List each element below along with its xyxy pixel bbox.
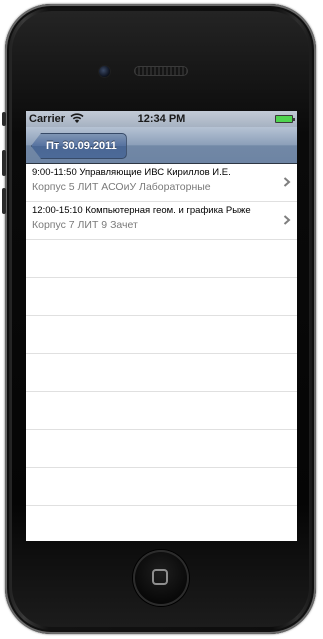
front-camera-icon [99,66,110,77]
earpiece-speaker-icon [134,66,188,76]
empty-rows [26,240,297,541]
empty-table-row [26,316,297,354]
volume-up-button [2,150,6,176]
chevron-right-icon [283,215,291,225]
empty-table-row [26,468,297,506]
empty-table-row [26,240,297,278]
empty-table-row [26,354,297,392]
empty-table-row [26,430,297,468]
chevron-right-icon [283,177,291,187]
status-bar: Carrier 12:34 PM [26,111,297,127]
mute-switch [2,112,6,126]
row-subtitle: Корпус 7 ЛИТ 9 Зачет [32,219,138,231]
empty-table-row [26,506,297,541]
table-row[interactable]: 9:00-11:50 Управляющие ИВС Кириллов И.Е.… [26,164,297,202]
navigation-bar: Пт 30.09.2011 [26,127,297,164]
home-button-icon[interactable] [133,550,189,606]
empty-table-row [26,392,297,430]
volume-down-button [2,188,6,214]
row-title: 12:00-15:10 Компьютерная геом. и графика… [32,205,251,216]
empty-table-row [26,278,297,316]
row-subtitle: Корпус 5 ЛИТ АСОиУ Лабораторные [32,181,211,193]
back-button[interactable]: Пт 30.09.2011 [31,133,127,159]
battery-icon [275,115,295,123]
home-square-icon [152,569,168,585]
row-title: 9:00-11:50 Управляющие ИВС Кириллов И.Е. [32,167,231,178]
table-row[interactable]: 12:00-15:10 Компьютерная геом. и графика… [26,202,297,240]
device-frame-container: Carrier 12:34 PM Пт 30.09.2011 9:00-11:5… [0,0,323,639]
schedule-table: 9:00-11:50 Управляющие ИВС Кириллов И.Е.… [26,164,297,541]
status-time: 12:34 PM [137,113,186,125]
screen: Carrier 12:34 PM Пт 30.09.2011 9:00-11:5… [26,111,297,541]
